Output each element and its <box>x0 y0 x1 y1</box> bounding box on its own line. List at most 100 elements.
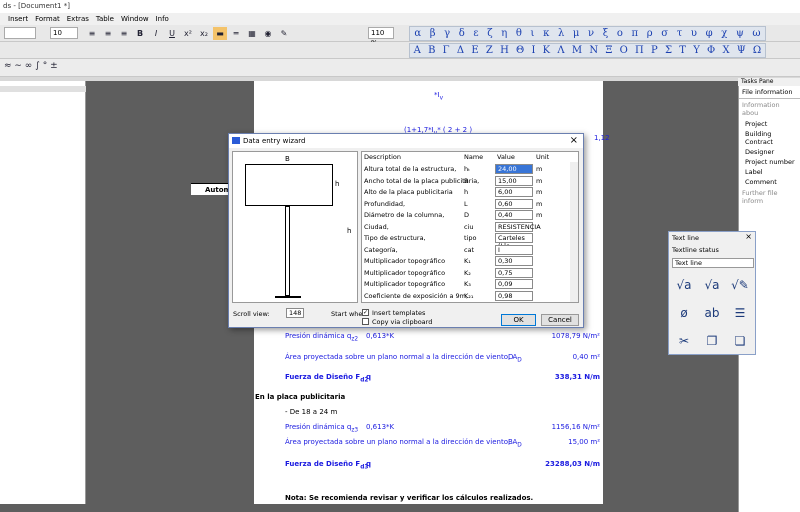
greek-letter[interactable]: Ο <box>620 45 628 56</box>
line-icon[interactable]: ═ <box>229 27 243 40</box>
row-value-input[interactable]: RESISTENCIA <box>495 221 541 232</box>
underline-icon[interactable]: U <box>165 27 179 40</box>
zoom-box[interactable]: 110 % <box>368 27 394 47</box>
greek-letter[interactable]: Ι <box>531 45 535 56</box>
greek-letter[interactable]: λ <box>558 28 564 39</box>
row-value-input[interactable]: 0,98 <box>495 290 533 301</box>
menu-item[interactable]: Format <box>35 15 60 23</box>
greek-letter[interactable]: ρ <box>647 28 653 39</box>
copy-clipboard-checkbox[interactable] <box>362 318 369 325</box>
greek-letter[interactable]: ν <box>588 28 594 39</box>
row-value-input[interactable]: 0,75 <box>495 267 533 278</box>
align-center-icon[interactable]: ≡ <box>101 27 115 40</box>
math-tools-icon[interactable]: ≈ ∼ ∞ ∫ ° ± <box>4 61 58 71</box>
greek-letter[interactable]: χ <box>721 28 727 39</box>
greek-letter[interactable]: ω <box>752 28 760 39</box>
greek-letter[interactable]: Υ <box>693 45 700 56</box>
greek-letter[interactable]: Ω <box>753 45 761 56</box>
greek-letter[interactable]: Λ <box>557 45 564 56</box>
greek-letter[interactable]: υ <box>691 28 697 39</box>
greek-letter[interactable]: Φ <box>707 45 715 56</box>
greek-letter[interactable]: ζ <box>487 28 492 39</box>
task-item[interactable]: Project number <box>739 157 800 167</box>
greek-letter[interactable]: Ψ <box>737 45 746 56</box>
grid-scrollbar[interactable] <box>570 162 578 302</box>
textline-select[interactable]: Text line <box>672 258 754 268</box>
greek-letter[interactable]: τ <box>677 28 683 39</box>
sqrt-text-icon[interactable]: √a <box>703 276 721 294</box>
menu-item[interactable]: Info <box>156 15 169 23</box>
row-value-input[interactable]: 15,00 <box>495 175 533 186</box>
greek-letter[interactable]: σ <box>661 28 668 39</box>
row-value-input[interactable]: 24,00 <box>495 164 533 174</box>
greek-letter[interactable]: Ε <box>471 45 478 56</box>
settings-icon[interactable]: ☰ <box>731 304 749 322</box>
superscript-icon[interactable]: x² <box>181 27 195 40</box>
greek-letter[interactable]: Ζ <box>486 45 493 56</box>
row-value-input[interactable]: 0,40 <box>495 210 533 220</box>
task-item[interactable]: Project <box>739 119 800 129</box>
cut-icon[interactable]: ✂ <box>675 332 693 350</box>
greek-letter[interactable]: α <box>414 28 421 39</box>
row-value-input[interactable]: 0,30 <box>495 256 533 266</box>
menu-item[interactable]: Insert <box>8 15 28 23</box>
greek-letter[interactable]: ψ <box>736 28 744 39</box>
align-left-icon[interactable]: ≡ <box>85 27 99 40</box>
sqrt-format-icon[interactable]: √a <box>675 276 693 294</box>
greek-letter[interactable]: Γ <box>443 45 450 56</box>
paste-icon[interactable]: ❏ <box>731 332 749 350</box>
row-value-input[interactable]: Carteles (Lle <box>495 233 533 250</box>
greek-letter[interactable]: Τ <box>679 45 686 56</box>
greek-letter[interactable]: ξ <box>603 28 609 39</box>
grid-icon[interactable]: ▦ <box>245 27 259 40</box>
greek-letter[interactable]: μ <box>573 28 580 39</box>
scroll-view-input[interactable]: 148 <box>286 308 304 318</box>
greek-letter[interactable]: π <box>632 28 639 39</box>
task-item[interactable]: Comment <box>739 177 800 187</box>
greek-letter[interactable]: Ξ <box>605 45 612 56</box>
greek-letter[interactable]: ε <box>473 28 478 39</box>
cancel-button[interactable]: Cancel <box>541 314 579 326</box>
copy-icon[interactable]: ❐ <box>703 332 721 350</box>
text-edit-icon[interactable]: ab <box>703 304 721 322</box>
greek-letter[interactable]: β <box>430 28 436 39</box>
greek-letter[interactable]: δ <box>459 28 465 39</box>
bold-icon[interactable]: B <box>133 27 147 40</box>
row-value-input[interactable]: 0,60 <box>495 198 533 209</box>
ok-button[interactable]: OK <box>501 314 536 326</box>
task-item[interactable]: Label <box>739 167 800 177</box>
greek-letter[interactable]: φ <box>706 28 713 39</box>
row-value-input[interactable]: 0,09 <box>495 279 533 289</box>
row-value-input[interactable]: I <box>495 244 533 255</box>
highlight-icon[interactable]: ▬ <box>213 27 227 40</box>
greek-letter[interactable]: Θ <box>516 45 524 56</box>
italic-icon[interactable]: I <box>149 27 163 40</box>
greek-letter[interactable]: Κ <box>543 45 550 56</box>
insert-templates-checkbox[interactable]: ✓ <box>362 309 369 316</box>
subscript-icon[interactable]: x₂ <box>197 27 211 40</box>
formula-edit-icon[interactable]: ø <box>675 304 693 322</box>
menu-item[interactable]: Extras <box>67 15 89 23</box>
font-family-box[interactable] <box>4 27 36 39</box>
font-size-box[interactable]: 10 <box>50 27 78 39</box>
greek-letter[interactable]: Β <box>428 45 435 56</box>
greek-letter[interactable]: Ρ <box>651 45 658 56</box>
greek-letter[interactable]: Ν <box>589 45 598 56</box>
menu-item[interactable]: Window <box>121 15 149 23</box>
greek-letter[interactable]: θ <box>516 28 522 39</box>
greek-letter[interactable]: ι <box>531 28 535 39</box>
greek-letter[interactable]: Μ <box>572 45 582 56</box>
greek-letter[interactable]: Α <box>414 45 421 56</box>
greek-letter[interactable]: Η <box>500 45 509 56</box>
greek-letter[interactable]: κ <box>543 28 549 39</box>
close-icon[interactable]: × <box>570 134 578 148</box>
close-icon[interactable]: × <box>745 232 752 241</box>
greek-letter[interactable]: Χ <box>722 45 729 56</box>
greek-letter[interactable]: Σ <box>665 45 672 56</box>
menu-item[interactable]: Table <box>96 15 114 23</box>
greek-letter[interactable]: η <box>501 28 507 39</box>
align-right-icon[interactable]: ≡ <box>117 27 131 40</box>
task-item[interactable]: Designer <box>739 147 800 157</box>
greek-letter[interactable]: Π <box>635 45 644 56</box>
sqrt-edit-icon[interactable]: √✎ <box>731 276 749 294</box>
